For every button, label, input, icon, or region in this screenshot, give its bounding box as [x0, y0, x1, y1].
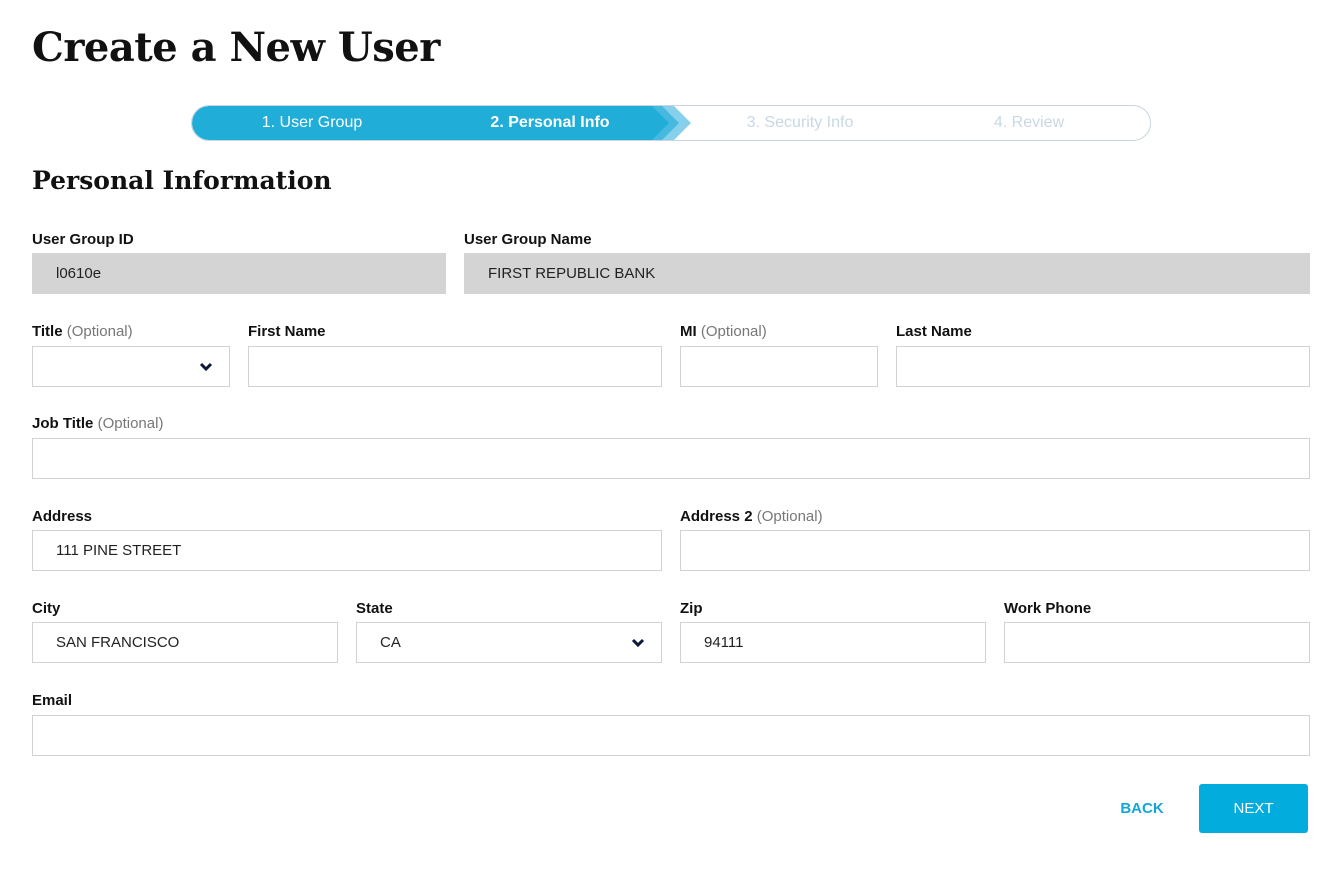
- job-title-input[interactable]: [32, 438, 1310, 479]
- address-label: Address: [32, 508, 93, 525]
- user-group-id-label: User Group ID: [32, 231, 134, 248]
- address2-input[interactable]: [680, 530, 1310, 571]
- job-title-label: Job Title (Optional): [32, 415, 164, 432]
- city-input[interactable]: SAN FRANCISCO: [32, 622, 338, 663]
- section-title: Personal Information: [32, 166, 332, 195]
- last-name-label: Last Name: [896, 323, 972, 340]
- title-label: Title (Optional): [32, 323, 133, 340]
- mi-label: MI (Optional): [680, 323, 767, 340]
- zip-label: Zip: [680, 600, 703, 617]
- first-name-label: First Name: [248, 323, 326, 340]
- zip-input[interactable]: 94111: [680, 622, 986, 663]
- first-name-input[interactable]: [248, 346, 662, 387]
- email-label: Email: [32, 692, 73, 709]
- address-input[interactable]: 111 PINE STREET: [32, 530, 662, 571]
- work-phone-input[interactable]: [1004, 622, 1310, 663]
- mi-input[interactable]: [680, 346, 878, 387]
- user-group-name-label: User Group Name: [464, 231, 592, 248]
- step-user-group[interactable]: 1. User Group: [192, 106, 432, 140]
- last-name-input[interactable]: [896, 346, 1310, 387]
- chevron-down-icon: [631, 638, 645, 648]
- back-button[interactable]: BACK: [1110, 785, 1174, 833]
- next-button[interactable]: NEXT: [1199, 784, 1308, 833]
- progress-stepper: 1. User Group 2. Personal Info 3. Securi…: [191, 105, 1151, 141]
- user-group-name-field: FIRST REPUBLIC BANK: [464, 253, 1310, 294]
- state-label: State: [356, 600, 393, 617]
- step-review: 4. Review: [993, 114, 1065, 131]
- work-phone-label: Work Phone: [1004, 600, 1092, 617]
- state-select-value: CA: [380, 634, 401, 651]
- title-select[interactable]: [32, 346, 230, 387]
- step-security-info: 3. Security Info: [746, 114, 854, 131]
- city-label: City: [32, 600, 61, 617]
- email-input[interactable]: [32, 715, 1310, 756]
- user-group-id-field: l0610e: [32, 253, 446, 294]
- step-personal-info[interactable]: 2. Personal Info: [432, 106, 668, 140]
- chevron-down-icon: [199, 362, 213, 372]
- address2-label: Address 2 (Optional): [680, 508, 823, 525]
- state-select[interactable]: CA: [356, 622, 662, 663]
- page-title: Create a New User: [32, 24, 440, 71]
